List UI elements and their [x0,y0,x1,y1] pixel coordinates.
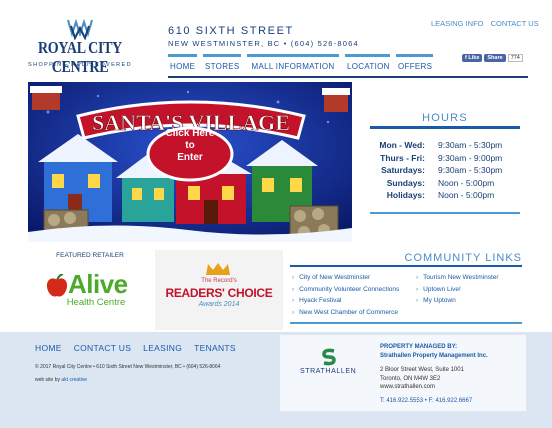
logo-tagline: SHOPPING REDISCOVERED [28,62,132,68]
award-year: Awards 2014 [198,301,240,308]
hours-day: Saturdays: [381,165,425,176]
hours-row: Thurs - Fri: 9:30am - 9:00pm [370,152,520,165]
apple-icon [46,274,68,297]
hours-day: Mon - Wed: [379,140,425,150]
top-links: LEASING INFO CONTACT US [431,19,544,28]
hours-day: Sundays: [386,177,425,188]
management-phone: T: 416.922.5553 • F: 416.922.6667 [380,398,473,404]
management-address: 2 Bloor Street West, Suite 1001 Toronto,… [380,366,464,392]
management-company: Strathallen Property Management Inc. [380,353,488,359]
footer-home-link[interactable]: HOME [35,343,62,353]
community-link[interactable]: Tourism New Westminster [416,272,498,284]
facebook-widget: f Like Share 774 [462,54,523,62]
hours-row: Sundays: Noon - 5:00pm [370,177,520,190]
alive-health-centre-logo[interactable]: Alive Health Centre [28,264,152,312]
strathallen-logo-icon[interactable] [320,348,338,366]
hours-day: Thurs - Fri: [380,152,425,163]
facebook-like-count: 774 [507,54,523,62]
community-link[interactable]: New West Chamber of Commerce [292,307,399,319]
crown-icon [206,263,230,275]
community-link[interactable]: Community Volunteer Connections [292,284,399,296]
community-link[interactable]: City of New Westminster [292,272,399,284]
nav-mall-information-label: MALL INFORMATION [251,62,335,71]
footer-copyright: © 2017 Royal City Centre • 610 Sixth Str… [35,364,221,370]
leasing-info-link[interactable]: LEASING INFO [431,19,484,28]
address-city-phone: NEW WESTMINSTER, BC • (604) 526-8064 [168,39,359,48]
featured-retailer-label: FEATURED RETAILER [56,252,124,259]
hours-table: Mon - Wed: 9:30am - 5:30pm Thurs - Fri: … [370,139,520,202]
facebook-share-button[interactable]: Share [484,54,506,62]
footer-tenants-link[interactable]: TENANTS [194,343,236,353]
click-to-enter-button[interactable]: Click Here to Enter [148,128,232,164]
facebook-like-button[interactable]: f Like [462,54,483,62]
cta-line-2: to [185,140,195,151]
logo-crown-icon [67,18,93,40]
web-credit-link[interactable]: akt creative [61,377,87,383]
hours-row: Saturdays: 9:30am - 5:30pm [370,164,520,177]
nav-divider [168,76,528,78]
hours-time: 9:30am - 5:30pm [438,165,503,176]
footer-contact-link[interactable]: CONTACT US [74,343,131,353]
management-address-line-1: 2 Bloor Street West, Suite 1001 [380,367,464,373]
footer-nav: HOME CONTACT US LEASING TENANTS [35,343,236,353]
hours-time: Noon - 5:00pm [438,190,495,201]
address-street: 610 SIXTH STREET [168,25,294,37]
community-bottom-divider [290,322,522,324]
community-links-col-1: City of New Westminster Community Volunt… [292,272,399,318]
hours-time: 9:30am - 9:00pm [438,152,503,163]
alive-subtitle: Health Centre [66,297,126,308]
community-links-col-2: Tourism New Westminster Uptown Live! My … [416,272,499,307]
readers-choice-award: The Record's READERS' CHOICE Awards 2014 [155,250,283,330]
award-title: READERS' CHOICE [165,286,273,300]
community-divider [290,265,522,267]
hours-title: HOURS [422,112,468,124]
hours-divider [370,126,520,129]
hours-row: Holidays: Noon - 5:00pm [370,189,520,202]
managed-by-label: PROPERTY MANAGED BY: [380,344,458,350]
management-address-line-2: Toronto, ON M4W 3E2 [380,375,441,382]
site-logo[interactable]: ROYAL CITY CENTRE SHOPPING REDISCOVERED [28,18,132,77]
hours-time: Noon - 5:00pm [438,177,495,188]
santas-village-banner[interactable]: SANTA'S VILLAGE Click Here to Enter [28,82,352,242]
web-credit-label: web site by [35,377,61,383]
award-source: The Record's [201,278,237,284]
alive-name: Alive [68,269,128,299]
footer-leasing-link[interactable]: LEASING [143,343,182,353]
footer-web-credit: web site by akt creative [35,377,87,383]
community-link[interactable]: Hyack Festival [292,295,399,307]
hours-time: 9:30am - 5:30pm [438,140,503,150]
hours-row: Mon - Wed: 9:30am - 5:30pm [370,139,520,152]
community-links-title: COMMUNITY LINKS [404,252,522,264]
community-link[interactable]: Uptown Live! [416,284,499,296]
community-link[interactable]: My Uptown [416,295,499,307]
management-website-link[interactable]: www.strathallen.com [380,383,464,392]
hours-day: Holidays: [386,190,425,201]
contact-us-link[interactable]: CONTACT US [491,19,539,28]
hours-bottom-divider [370,212,520,214]
cta-line-1: Click Here [165,128,215,139]
cta-line-3: Enter [177,152,203,163]
like-label: Like [468,55,480,61]
strathallen-logo-name: STRATHALLEN [300,368,357,375]
logo-name: ROYAL CITY CENTRE [37,39,122,77]
